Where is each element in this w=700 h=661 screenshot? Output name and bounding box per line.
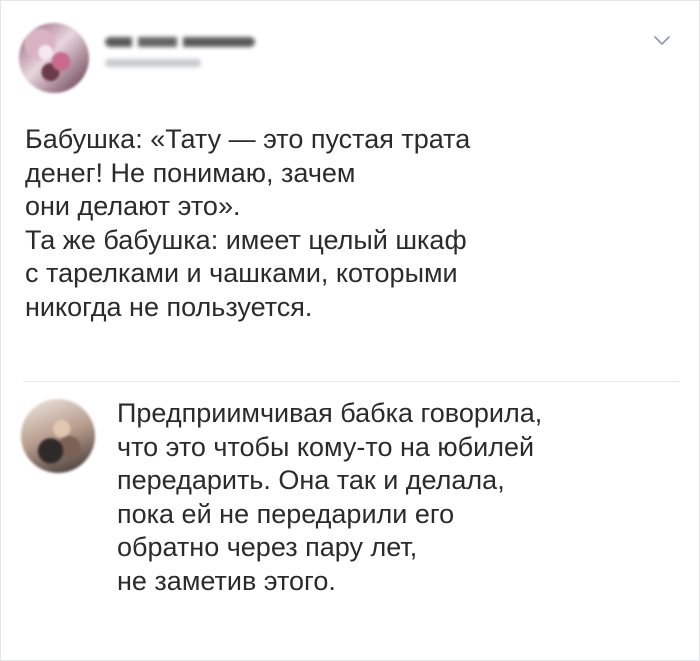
post-text-line: они делают это». [25,191,241,221]
post-text: Бабушка: «Тату — это пустая трата денег!… [25,123,685,324]
post-date-blurred [105,59,201,67]
reply-text-line: пока ей не передарили его [117,498,455,529]
author-name-blurred[interactable] [105,37,255,47]
post-text-line: с тарелками и чашками, которыми [25,258,458,288]
post-text-line: никогда не пользуется. [25,291,313,322]
reply-author-avatar[interactable] [21,399,95,473]
divider [23,381,679,382]
post-text-line: Та же бабушка: имеет целый шкаф [25,224,467,255]
reply-text-line: обратно через пару лет, [117,532,418,562]
reply-text-line: Предприимчивая бабка говорила, [117,398,543,428]
author-avatar[interactable] [19,23,89,93]
reply-text: Предприимчивая бабка говорила, что это ч… [117,397,687,598]
chevron-down-icon[interactable] [653,33,671,47]
post-card: Бабушка: «Тату — это пустая трата денег!… [0,0,700,661]
post-text-line: Бабушка: «Тату — это пустая трата [25,124,471,154]
reply-text-line: передарить. Она так и делала, [117,465,505,495]
reply-text-line: не заметив этого. [117,565,336,596]
post-text-line: денег! Не понимаю, зачем [25,157,356,188]
reply-text-line: что это чтобы кому-то на юбилей [117,431,535,462]
